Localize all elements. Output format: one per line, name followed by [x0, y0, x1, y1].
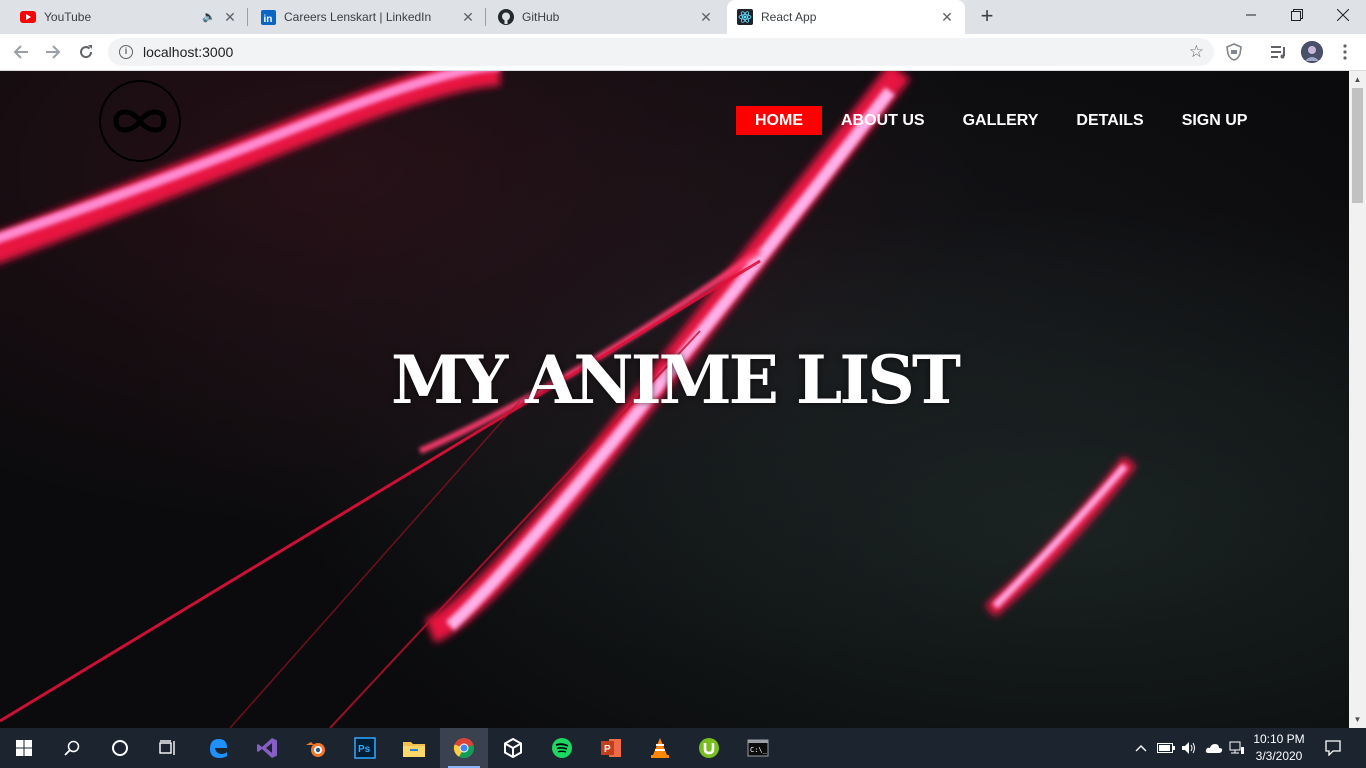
- restore-icon[interactable]: [1274, 0, 1320, 30]
- new-tab-icon[interactable]: +: [976, 5, 998, 28]
- hero-title: MY ANIME LIST: [391, 341, 961, 419]
- close-tab-icon[interactable]: ✕: [939, 9, 955, 25]
- site-info-icon[interactable]: i: [119, 45, 133, 59]
- search-icon[interactable]: [48, 728, 96, 768]
- start-icon[interactable]: [0, 728, 48, 768]
- svg-text:C:\_: C:\_: [750, 746, 768, 754]
- nav-about-us[interactable]: ABOUT US: [822, 106, 944, 135]
- clock-date: 3/3/2020: [1255, 749, 1303, 763]
- edge-icon[interactable]: [194, 728, 242, 768]
- scrollbar-thumb[interactable]: [1352, 88, 1363, 203]
- nav-home[interactable]: HOME: [736, 106, 822, 135]
- file-explorer-icon[interactable]: [390, 728, 438, 768]
- tab-title: GitHub: [522, 10, 560, 24]
- windows-taskbar: Ps P C:\_ 10:10 PM 3/3/2020: [0, 728, 1366, 768]
- extension-shield-icon[interactable]: [1224, 42, 1244, 62]
- linkedin-icon: in: [260, 9, 276, 25]
- volume-icon[interactable]: [1179, 728, 1199, 768]
- tab-title: React App: [761, 10, 817, 24]
- powerpoint-icon[interactable]: P: [587, 728, 635, 768]
- browser-toolbar: i localhost:3000 ☆: [0, 34, 1366, 71]
- scroll-down-icon[interactable]: ▼: [1353, 715, 1362, 724]
- media-controls-icon[interactable]: [1269, 42, 1289, 62]
- chrome-menu-icon[interactable]: [1335, 42, 1355, 62]
- tab-linkedin[interactable]: in Careers Lenskart | LinkedIn ✕: [250, 0, 486, 34]
- nav-details[interactable]: DETAILS: [1057, 106, 1162, 135]
- main-nav: HOME ABOUT US GALLERY DETAILS SIGN UP: [736, 106, 1266, 135]
- chrome-icon[interactable]: [440, 728, 488, 768]
- task-view-icon[interactable]: [144, 728, 192, 768]
- youtube-icon: [20, 9, 36, 25]
- audio-playing-icon[interactable]: 🔈: [202, 10, 216, 23]
- terminal-icon[interactable]: C:\_: [734, 728, 782, 768]
- battery-icon[interactable]: [1156, 728, 1176, 768]
- utorrent-icon[interactable]: [685, 728, 733, 768]
- infinity-icon: [113, 109, 167, 133]
- vlc-icon[interactable]: [636, 728, 684, 768]
- spotify-icon[interactable]: [538, 728, 586, 768]
- tab-title: Careers Lenskart | LinkedIn: [284, 10, 432, 24]
- close-tab-icon[interactable]: ✕: [460, 9, 476, 25]
- github-icon: [498, 9, 514, 25]
- tab-youtube[interactable]: YouTube 🔈 ✕: [12, 0, 248, 34]
- svg-text:in: in: [263, 14, 272, 25]
- tab-separator: [247, 8, 248, 26]
- system-clock[interactable]: 10:10 PM 3/3/2020: [1247, 731, 1311, 765]
- blender-icon[interactable]: [292, 728, 340, 768]
- tray-overflow-icon[interactable]: [1132, 728, 1150, 768]
- close-tab-icon[interactable]: ✕: [698, 9, 714, 25]
- minimize-icon[interactable]: [1228, 0, 1274, 30]
- url-text[interactable]: localhost:3000: [143, 44, 233, 60]
- back-icon[interactable]: [9, 40, 33, 64]
- tab-github[interactable]: GitHub ✕: [488, 0, 724, 34]
- network-icon[interactable]: [1227, 728, 1247, 768]
- photoshop-icon[interactable]: Ps: [341, 728, 389, 768]
- forward-icon[interactable]: [41, 40, 65, 64]
- bookmark-star-icon[interactable]: ☆: [1189, 42, 1204, 62]
- tab-react-app[interactable]: React App ✕: [727, 0, 965, 34]
- site-logo[interactable]: [99, 80, 181, 162]
- tab-strip: YouTube 🔈 ✕ in Careers Lenskart | Linked…: [0, 0, 1366, 34]
- nav-sign-up[interactable]: SIGN UP: [1163, 106, 1267, 135]
- address-bar[interactable]: i localhost:3000 ☆: [108, 38, 1214, 66]
- tab-separator: [485, 8, 486, 26]
- clock-time: 10:10 PM: [1253, 732, 1305, 746]
- onedrive-icon[interactable]: [1203, 728, 1225, 768]
- page-viewport: HOME ABOUT US GALLERY DETAILS SIGN UP MY…: [0, 71, 1349, 728]
- profile-avatar[interactable]: [1301, 41, 1323, 63]
- nav-gallery[interactable]: GALLERY: [944, 106, 1058, 135]
- reload-icon[interactable]: [74, 40, 98, 64]
- svg-text:Ps: Ps: [358, 744, 371, 755]
- react-icon: [737, 9, 753, 25]
- svg-text:P: P: [604, 744, 611, 755]
- page-scrollbar[interactable]: ▲ ▼: [1349, 71, 1366, 728]
- scroll-up-icon[interactable]: ▲: [1353, 75, 1362, 84]
- visual-studio-icon[interactable]: [243, 728, 291, 768]
- close-window-icon[interactable]: [1320, 0, 1366, 30]
- close-tab-icon[interactable]: ✕: [222, 9, 238, 25]
- cortana-icon[interactable]: [96, 728, 144, 768]
- action-center-icon[interactable]: [1322, 728, 1344, 768]
- tab-title: YouTube: [44, 10, 92, 24]
- unity-icon[interactable]: [489, 728, 537, 768]
